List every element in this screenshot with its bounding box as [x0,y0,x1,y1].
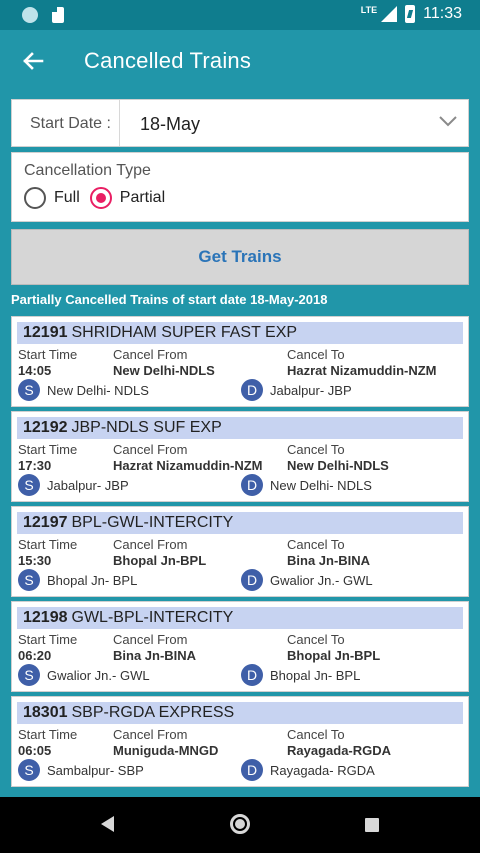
train-name: SBP-RGDA EXPRESS [71,704,235,721]
start-time-label: Start Time [18,537,78,552]
start-time-value: 06:05 [18,743,52,758]
train-name: GWL-BPL-INTERCITY [71,609,234,626]
notification-dot-icon [22,7,38,23]
start-time-value: 17:30 [18,458,52,473]
start-date-value[interactable]: 18-May [140,114,200,135]
destination-station: Rayagada- RGDA [270,762,375,778]
cancellation-type-group: Cancellation Type Full Partial [11,152,469,222]
train-card[interactable]: 12198 GWL-BPL-INTERCITY Start Time 06:20 Can… [11,601,469,692]
source-station: Gwalior Jn.- GWL [47,667,150,683]
source-station: Bhopal Jn- BPL [47,572,138,588]
navigation-bar [0,797,480,853]
destination-badge-icon: D [241,379,263,401]
destination-station: Gwalior Jn.- GWL [270,572,373,588]
source-badge-icon: S [18,474,40,496]
cancel-to-label: Cancel To [287,537,345,552]
cancel-from-value: Muniguda-MNGD [113,743,219,758]
cancel-from-label: Cancel From [113,347,188,362]
train-title: 12197 BPL-GWL-INTERCITY [17,512,463,534]
train-list: 12191 SHRIDHAM SUPER FAST EXP Start Time 14… [11,316,469,791]
train-title: 18301 SBP-RGDA EXPRESS [17,702,463,724]
source-badge-icon: S [18,759,40,781]
train-card[interactable]: 12197 BPL-GWL-INTERCITY Start Time 15:30 Can… [11,506,469,597]
cancel-from-label: Cancel From [113,442,188,457]
signal-icon [381,6,398,22]
cancel-to-value: Bhopal Jn-BPL [287,648,381,663]
clock: 11:33 [423,5,462,22]
nav-recents-icon[interactable] [365,818,379,832]
start-time-value: 14:05 [18,363,52,378]
source-badge-icon: S [18,664,40,686]
cancel-from-value: Hazrat Nizamuddin-NZM [113,458,263,473]
arrow-left-icon[interactable] [18,46,48,76]
start-time-value: 15:30 [18,553,52,568]
train-card[interactable]: 12191 SHRIDHAM SUPER FAST EXP Start Time 14… [11,316,469,407]
train-number: 12191 [23,324,68,341]
radio-full-label[interactable]: Full [54,189,80,207]
cancel-from-value: Bhopal Jn-BPL [113,553,207,568]
train-title: 12192 JBP-NDLS SUF EXP [17,417,463,439]
cancel-from-value: New Delhi-NDLS [113,363,215,378]
source-station: Sambalpur- SBP [47,762,144,778]
train-title: 12191 SHRIDHAM SUPER FAST EXP [17,322,463,344]
cancel-to-label: Cancel To [287,442,345,457]
train-number: 12192 [23,419,68,436]
nav-back-icon[interactable] [101,816,114,832]
cancel-to-label: Cancel To [287,727,345,742]
start-time-label: Start Time [18,632,78,647]
radio-partial-label[interactable]: Partial [120,189,165,207]
cancel-to-value: Bina Jn-BINA [287,553,371,568]
chevron-down-icon[interactable] [438,114,458,128]
destination-badge-icon: D [241,569,263,591]
train-card[interactable]: 18301 SBP-RGDA EXPRESS Start Time 06:05 Canc… [11,696,469,787]
cancellation-type-label: Cancellation Type [24,162,151,179]
page-title: Cancelled Trains [84,48,252,73]
cancel-to-label: Cancel To [287,347,345,362]
battery-charging-icon [405,5,416,23]
train-number: 12197 [23,514,68,531]
radio-partial[interactable] [89,187,112,209]
cancel-from-label: Cancel From [113,537,188,552]
app-bar: Cancelled Trains [0,30,480,92]
destination-badge-icon: D [241,474,263,496]
cancel-from-label: Cancel From [113,632,188,647]
start-time-label: Start Time [18,442,78,457]
start-time-label: Start Time [18,727,78,742]
train-name: JBP-NDLS SUF EXP [71,419,222,436]
destination-badge-icon: D [241,759,263,781]
divider [119,100,120,146]
destination-station: Bhopal Jn- BPL [270,667,361,683]
source-badge-icon: S [18,379,40,401]
status-bar: LTE 11:33 [0,0,480,30]
cancel-from-value: Bina Jn-BINA [113,648,197,663]
start-time-label: Start Time [18,347,78,362]
start-time-value: 06:20 [18,648,52,663]
train-card[interactable]: 12192 JBP-NDLS SUF EXP Start Time 17:30 Canc… [11,411,469,502]
destination-station: Jabalpur- JBP [270,382,352,398]
destination-badge-icon: D [241,664,263,686]
train-number: 12198 [23,609,68,626]
train-title: 12198 GWL-BPL-INTERCITY [17,607,463,629]
cancel-to-value: Hazrat Nizamuddin-NZM [287,363,437,378]
source-station: New Delhi- NDLS [47,382,149,398]
network-type: LTE [360,5,378,15]
cancel-from-label: Cancel From [113,727,188,742]
source-station: Jabalpur- JBP [47,477,129,493]
sd-card-icon [52,7,64,23]
start-date-selector[interactable]: Start Date : 18-May [11,99,469,147]
train-name: SHRIDHAM SUPER FAST EXP [71,324,298,341]
results-heading: Partially Cancelled Trains of start date… [11,292,328,307]
cancel-to-value: New Delhi-NDLS [287,458,389,473]
destination-station: New Delhi- NDLS [270,477,372,493]
cancel-to-label: Cancel To [287,632,345,647]
cancel-to-value: Rayagada-RGDA [287,743,392,758]
start-date-label: Start Date : [30,115,111,132]
main-content: Start Date : 18-May Cancellation Type Fu… [0,92,480,797]
radio-full[interactable] [24,187,46,209]
nav-home-icon[interactable] [230,814,250,834]
train-name: BPL-GWL-INTERCITY [71,514,234,531]
train-number: 18301 [23,704,68,721]
source-badge-icon: S [18,569,40,591]
get-trains-button[interactable]: Get Trains [11,229,469,285]
